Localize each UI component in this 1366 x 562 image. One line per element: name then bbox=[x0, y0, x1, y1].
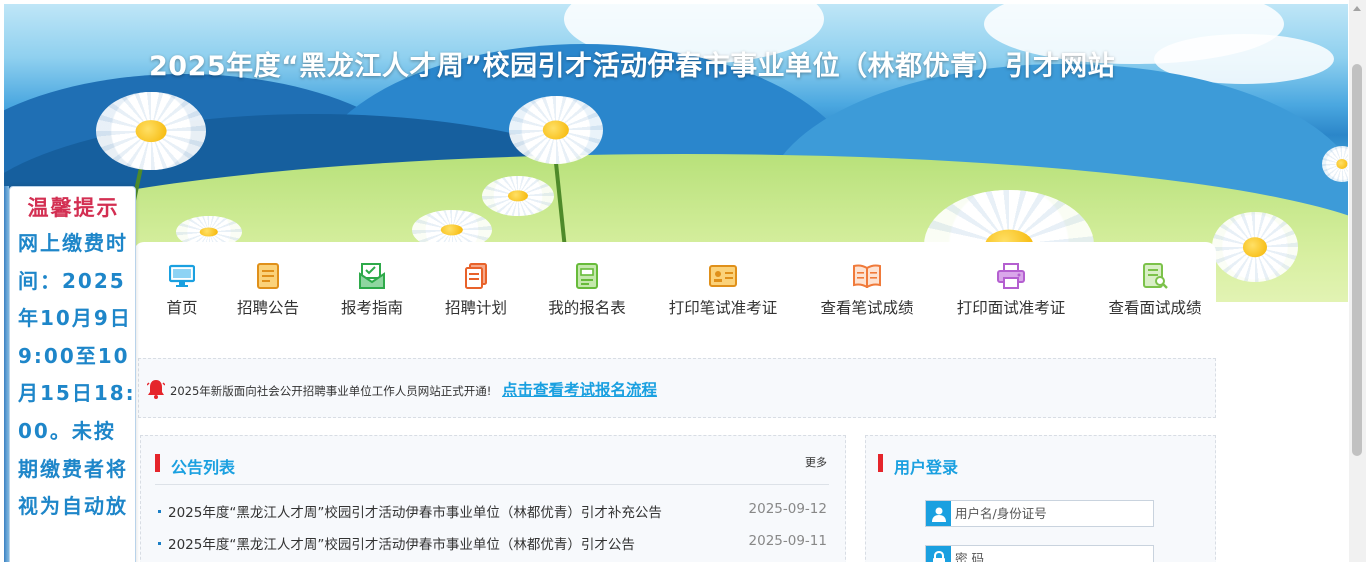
nav-label: 我的报名表 bbox=[548, 299, 626, 317]
daisy-flower bbox=[96, 92, 206, 170]
nav-plan[interactable]: 招聘计划 bbox=[442, 262, 510, 318]
warm-tip-box: 温馨提示 网上缴费时间：2025年10月9日9:00至10月15日18:00。未… bbox=[9, 186, 136, 562]
password-field bbox=[925, 545, 1154, 562]
announcement-item-date: 2025-09-12 bbox=[748, 501, 827, 517]
more-link[interactable]: 更多 bbox=[805, 454, 827, 470]
notice-bar: 2025年新版面向社会公开招聘事业单位工作人员网站正式开通! 点击查看考试报名流… bbox=[138, 358, 1216, 418]
open-book-icon bbox=[853, 262, 881, 290]
nav-label: 招聘公告 bbox=[236, 299, 299, 317]
main-nav: 首页 招聘公告 报考指南 招聘计划 我的报名表 打印笔试准考证 查看笔试成绩 打… bbox=[140, 262, 1216, 332]
username-field bbox=[925, 500, 1154, 527]
daisy-flower bbox=[482, 176, 554, 216]
daisy-flower bbox=[1212, 212, 1298, 282]
nav-interview-score[interactable]: 查看面试成绩 bbox=[1105, 262, 1205, 318]
nav-label: 首页 bbox=[166, 299, 198, 317]
password-input[interactable] bbox=[955, 549, 1149, 562]
announcement-title: 公告列表 bbox=[171, 458, 236, 477]
tip-body: 网上缴费时间：2025年10月9日9:00至10月15日18:00。未按期缴费者… bbox=[18, 231, 136, 519]
section-marker bbox=[155, 454, 160, 472]
nav-label: 打印笔试准考证 bbox=[668, 299, 778, 317]
pages-icon bbox=[462, 262, 490, 290]
announcement-item-date: 2025-09-11 bbox=[748, 533, 827, 549]
announcement-item[interactable]: 2025年度“黑龙江人才周”校园引才活动伊春市事业单位（林都优青）引才补充公告 … bbox=[157, 501, 829, 521]
notice-text: 2025年新版面向社会公开招聘事业单位工作人员网站正式开通! bbox=[170, 384, 492, 398]
login-title: 用户登录 bbox=[894, 458, 959, 477]
user-icon bbox=[926, 501, 951, 526]
nav-print-interview-ticket[interactable]: 打印面试准考证 bbox=[953, 262, 1069, 318]
divider bbox=[155, 484, 829, 485]
registration-process-link[interactable]: 点击查看考试报名流程 bbox=[502, 378, 657, 400]
form-icon bbox=[573, 262, 601, 290]
nav-notices[interactable]: 招聘公告 bbox=[234, 262, 302, 318]
scroll-thumb[interactable] bbox=[1352, 64, 1362, 456]
printer-icon bbox=[997, 262, 1025, 290]
nav-label: 查看笔试成绩 bbox=[820, 299, 914, 317]
nav-label: 查看面试成绩 bbox=[1108, 299, 1202, 317]
daisy-flower bbox=[509, 96, 603, 164]
nav-my-form[interactable]: 我的报名表 bbox=[545, 262, 629, 318]
document-icon bbox=[254, 262, 282, 290]
announcement-panel: 公告列表 更多 2025年度“黑龙江人才周”校园引才活动伊春市事业单位（林都优青… bbox=[140, 435, 846, 562]
site-title: 2025年度“黑龙江人才周”校园引才活动伊春市事业单位（林都优青）引才网站 bbox=[149, 51, 1116, 82]
announcement-item-title[interactable]: 2025年度“黑龙江人才周”校园引才活动伊春市事业单位（林都优青）引才公告 bbox=[168, 533, 635, 553]
login-panel: 用户登录 bbox=[865, 435, 1216, 562]
tip-title: 温馨提示 bbox=[27, 196, 120, 220]
mail-check-icon bbox=[358, 262, 386, 290]
section-marker bbox=[878, 454, 883, 472]
announcement-item-title[interactable]: 2025年度“黑龙江人才周”校园引才活动伊春市事业单位（林都优青）引才补充公告 bbox=[168, 501, 662, 521]
monitor-icon bbox=[168, 262, 196, 290]
id-card-icon bbox=[709, 262, 737, 290]
page: 2025年度“黑龙江人才周”校园引才活动伊春市事业单位（林都优青）引才网站 首页… bbox=[0, 0, 1366, 562]
nav-guide[interactable]: 报考指南 bbox=[338, 262, 406, 318]
daisy-flower bbox=[1322, 146, 1348, 182]
username-input[interactable] bbox=[955, 504, 1149, 523]
bell-icon bbox=[146, 379, 166, 403]
nav-home[interactable]: 首页 bbox=[164, 262, 200, 318]
announcement-item[interactable]: 2025年度“黑龙江人才周”校园引才活动伊春市事业单位（林都优青）引才公告 20… bbox=[157, 533, 829, 553]
bullet bbox=[158, 510, 161, 513]
nav-label: 打印面试准考证 bbox=[956, 299, 1066, 317]
nav-label: 报考指南 bbox=[340, 299, 403, 317]
scroll-up-arrow[interactable] bbox=[1353, 6, 1361, 11]
nav-written-score[interactable]: 查看笔试成绩 bbox=[817, 262, 917, 318]
nav-label: 招聘计划 bbox=[444, 299, 507, 317]
bullet bbox=[158, 542, 161, 545]
nav-print-written-ticket[interactable]: 打印笔试准考证 bbox=[665, 262, 781, 318]
search-doc-icon bbox=[1141, 262, 1169, 290]
scrollbar[interactable] bbox=[1349, 0, 1366, 562]
lock-icon bbox=[926, 546, 951, 562]
